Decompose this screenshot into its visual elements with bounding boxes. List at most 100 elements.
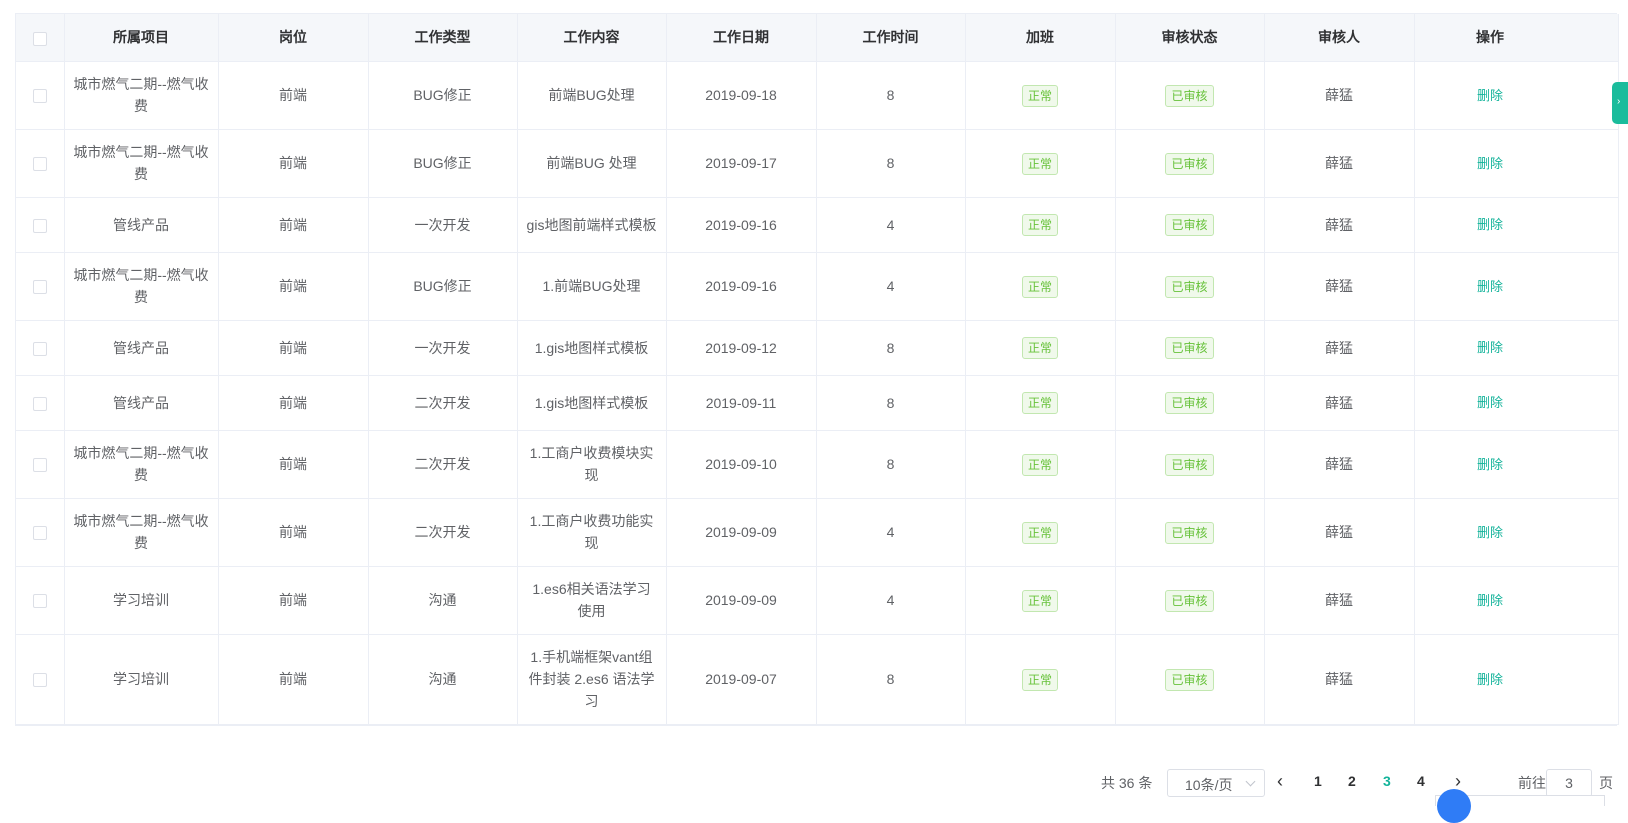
column-header: 工作时间 (816, 14, 966, 62)
delete-button[interactable]: 删除 (1477, 457, 1503, 472)
row-checkbox[interactable] (32, 526, 47, 541)
cell-text-post: 前端 (279, 592, 307, 608)
row-checkbox[interactable] (32, 280, 47, 295)
delete-button[interactable]: 删除 (1477, 395, 1503, 410)
cell-type: BUG修正 (368, 129, 518, 198)
table-row: 管线产品 前端 一次开发 1.gis地图样式模板 2019-09-12 8 正常 已审核 薛猛 删… (16, 320, 1619, 376)
row-checkbox[interactable] (32, 673, 47, 688)
cell-text-type: 一次开发 (414, 216, 471, 233)
cell-post: 前端 (218, 129, 369, 198)
side-drawer-tab[interactable]: › (1612, 82, 1628, 124)
overtime-tag: 正常 (1021, 589, 1058, 612)
cell-text-project: 城市燃气二期--燃气收费 (73, 513, 209, 551)
delete-button[interactable]: 删除 (1477, 279, 1503, 294)
delete-button[interactable]: 删除 (1477, 340, 1503, 355)
cell-text-post: 前端 (279, 456, 307, 472)
cell-date: 2019-09-07 (666, 634, 817, 725)
cell-text-date: 2019-09-10 (705, 456, 777, 472)
goto-page-input[interactable] (1546, 769, 1592, 797)
cell-text-content: gis地图前端样式模板 (526, 216, 657, 233)
row-checkbox[interactable] (32, 157, 47, 172)
cell-project: 城市燃气二期--燃气收费 (64, 430, 219, 499)
status-badge: 已审核 (1165, 84, 1214, 107)
cell-overtime: 正常 (965, 320, 1116, 376)
cell-text-content: 1.前端BUG处理 (542, 278, 641, 294)
cell-text-hours: 8 (886, 87, 895, 103)
cell-text-date: 2019-09-09 (705, 592, 777, 608)
column-header: 审核人 (1264, 14, 1415, 62)
delete-button[interactable]: 删除 (1477, 156, 1503, 171)
row-checkbox[interactable] (32, 218, 47, 233)
page-number-3[interactable]: 3 (1383, 773, 1391, 789)
cell-date: 2019-09-16 (666, 252, 817, 321)
cell-content: 1.es6相关语法学习使用 (517, 566, 667, 635)
delete-button[interactable]: 删除 (1477, 593, 1503, 608)
cell-reviewer: 薛猛 (1264, 375, 1415, 431)
delete-button[interactable]: 删除 (1477, 672, 1503, 687)
cell-status: 已审核 (1115, 61, 1265, 130)
cell-text-reviewer: 薛猛 (1325, 671, 1353, 687)
cell-text-content: 1.工商户收费功能实现 (529, 513, 654, 551)
cell-text-reviewer: 薛猛 (1325, 456, 1353, 472)
overtime-tag: 正常 (1021, 214, 1058, 236)
cell-text-date: 2019-09-11 (705, 394, 777, 411)
cell-text-project: 城市燃气二期--燃气收费 (73, 76, 209, 114)
status-badge: 已审核 (1165, 337, 1214, 359)
cell-reviewer: 薛猛 (1264, 320, 1415, 376)
floating-assistant-icon[interactable] (1437, 789, 1471, 823)
row-checkbox[interactable] (32, 594, 47, 609)
row-checkbox[interactable] (32, 458, 47, 473)
cell-hours: 4 (816, 498, 966, 567)
cell-reviewer: 薛猛 (1264, 430, 1415, 499)
cell-post: 前端 (218, 634, 369, 725)
delete-button[interactable]: 删除 (1477, 525, 1503, 540)
row-select-cell (16, 61, 65, 130)
chevron-down-icon (1245, 776, 1256, 787)
cell-type: 二次开发 (368, 430, 518, 499)
status-badge: 已审核 (1165, 453, 1214, 476)
cell-action: 删除 (1414, 252, 1619, 321)
goto-label: 前往 (1518, 775, 1546, 791)
cell-date: 2019-09-17 (666, 129, 817, 198)
status-badge: 已审核 (1165, 214, 1214, 236)
column-header: 工作日期 (666, 14, 817, 62)
cell-text-content: 1.手机端框架vant组件封装 2.es6 语法学习 (528, 649, 655, 709)
cell-text-post: 前端 (279, 278, 307, 294)
cell-text-hours: 8 (886, 456, 895, 472)
row-checkbox[interactable] (32, 396, 47, 411)
cell-overtime: 正常 (965, 498, 1116, 567)
page-size-select[interactable]: 10条/页 (1167, 769, 1265, 797)
cell-text-content: 1.gis地图样式模板 (534, 394, 649, 411)
cell-text-project: 学习培训 (113, 592, 169, 608)
page-number-2[interactable]: 2 (1348, 773, 1356, 789)
cell-type: 沟通 (368, 566, 518, 635)
overtime-tag: 正常 (1021, 453, 1058, 476)
cell-overtime: 正常 (965, 61, 1116, 130)
cell-status: 已审核 (1115, 430, 1265, 499)
cell-text-post: 前端 (279, 87, 307, 103)
row-select-cell (16, 252, 65, 321)
chevron-left-icon[interactable]: ‹ (1277, 771, 1283, 792)
status-badge: 已审核 (1165, 152, 1214, 175)
page-number-4[interactable]: 4 (1417, 773, 1425, 789)
table-row: 城市燃气二期--燃气收费 前端 二次开发 1.工商户收费功能实现 2019-09-09 4… (16, 498, 1619, 567)
row-checkbox[interactable] (32, 341, 47, 356)
row-checkbox[interactable] (32, 89, 47, 104)
select-all-checkbox[interactable] (32, 31, 47, 46)
delete-button[interactable]: 删除 (1477, 217, 1503, 232)
cell-status: 已审核 (1115, 252, 1265, 321)
cell-action: 删除 (1414, 634, 1619, 725)
cell-hours: 8 (816, 129, 966, 198)
cell-text-content: 1.工商户收费模块实现 (529, 445, 654, 483)
table-row: 学习培训 前端 沟通 1.es6相关语法学习使用 2019-09-09 4 正常 已审核 薛猛 删… (16, 566, 1619, 635)
page-number-1[interactable]: 1 (1314, 773, 1322, 789)
cell-date: 2019-09-09 (666, 566, 817, 635)
cell-text-post: 前端 (279, 216, 307, 233)
cell-type: 一次开发 (368, 197, 518, 253)
cell-text-reviewer: 薛猛 (1325, 155, 1353, 171)
cell-content: 前端BUG处理 (517, 61, 667, 130)
row-select-cell (16, 129, 65, 198)
cell-project: 城市燃气二期--燃气收费 (64, 61, 219, 130)
delete-button[interactable]: 删除 (1477, 88, 1503, 103)
cell-project: 城市燃气二期--燃气收费 (64, 498, 219, 567)
